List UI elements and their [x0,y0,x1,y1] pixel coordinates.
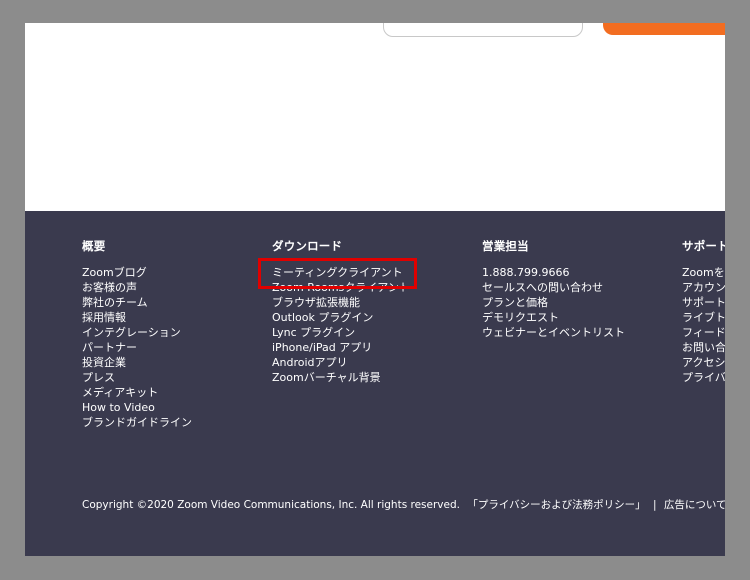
footer-link-meeting-client[interactable]: ミーティングクライアント [272,265,410,280]
footer-link-webinars-events[interactable]: ウェビナーとイベントリスト [482,325,625,340]
footer-link-media-kit[interactable]: メディアキット [82,385,192,400]
footer-column-support: サポート Zoomをテスト アカウント サポートセンター ライブトレーニング フ… [682,238,725,385]
footer-link-list: ミーティングクライアント Zoom Roomsクライアント ブラウザ拡張機能 O… [272,265,410,385]
footer-link-list: Zoomブログ お客様の声 弊社のチーム 採用情報 インテグレーション パートナ… [82,265,192,430]
footer-link-outlook-plugin[interactable]: Outlook プラグイン [272,310,410,325]
separator: | [652,499,657,511]
site-footer: 概要 Zoomブログ お客様の声 弊社のチーム 採用情報 インテグレーション パ… [25,211,725,556]
footer-link-customers[interactable]: お客様の声 [82,280,192,295]
footer-link-zoom-blog[interactable]: Zoomブログ [82,265,192,280]
primary-orange-button[interactable] [603,23,725,35]
footer-link-team[interactable]: 弊社のチーム [82,295,192,310]
footer-link-list: 1.888.799.9666 セールスへの問い合わせ プランと価格 デモリクエス… [482,265,625,340]
footer-column-download: ダウンロード ミーティングクライアント Zoom Roomsクライアント ブラウ… [272,238,410,385]
footer-link-accessibility[interactable]: アクセシビリティ [682,355,725,370]
footer-link-account[interactable]: アカウント [682,280,725,295]
footer-column-heading: ダウンロード [272,239,343,253]
footer-link-privacy[interactable]: プライバシー [682,370,725,385]
footer-link-partners[interactable]: パートナー [82,340,192,355]
footer-link-press[interactable]: プレス [82,370,192,385]
footer-link-live-training[interactable]: ライブトレーニング [682,310,725,325]
footer-link-android-app[interactable]: Androidアプリ [272,355,410,370]
footer-link-request-demo[interactable]: デモリクエスト [482,310,625,325]
footer-link-support-center[interactable]: サポートセンター [682,295,725,310]
footer-column-heading: 営業担当 [482,239,529,253]
advertising-link[interactable]: 広告について [664,499,725,511]
footer-link-contact-us[interactable]: お問い合わせ [682,340,725,355]
footer-column-heading: 概要 [82,239,106,253]
footer-link-phone[interactable]: 1.888.799.9666 [482,265,625,280]
footer-link-brand-guidelines[interactable]: ブランドガイドライン [82,415,192,430]
footer-link-list: Zoomをテスト アカウント サポートセンター ライブトレーニング フィードバッ… [682,265,725,385]
footer-column-about: 概要 Zoomブログ お客様の声 弊社のチーム 採用情報 インテグレーション パ… [82,238,192,430]
footer-bottom-bar: Copyright ©2020 Zoom Video Communication… [82,497,725,512]
copyright-text: Copyright ©2020 Zoom Video Communication… [82,499,460,511]
footer-link-careers[interactable]: 採用情報 [82,310,192,325]
footer-column-sales: 営業担当 1.888.799.9666 セールスへの問い合わせ プランと価格 デ… [482,238,625,340]
footer-link-browser-extension[interactable]: ブラウザ拡張機能 [272,295,410,310]
footer-link-ios-app[interactable]: iPhone/iPad アプリ [272,340,410,355]
footer-link-virtual-backgrounds[interactable]: Zoomバーチャル背景 [272,370,410,385]
footer-link-zoom-rooms-client[interactable]: Zoom Roomsクライアント [272,280,410,295]
footer-link-lync-plugin[interactable]: Lync プラグイン [272,325,410,340]
footer-link-plans-pricing[interactable]: プランと価格 [482,295,625,310]
footer-column-heading: サポート [682,239,725,253]
footer-link-feedback[interactable]: フィードバック [682,325,725,340]
footer-link-investors[interactable]: 投資企業 [82,355,192,370]
footer-link-how-to-video[interactable]: How to Video [82,400,192,415]
footer-link-contact-sales[interactable]: セールスへの問い合わせ [482,280,625,295]
footer-link-test-zoom[interactable]: Zoomをテスト [682,265,725,280]
browser-viewport: 概要 Zoomブログ お客様の声 弊社のチーム 採用情報 インテグレーション パ… [25,23,725,556]
footer-link-integrations[interactable]: インテグレーション [82,325,192,340]
search-input[interactable] [383,23,583,37]
privacy-legal-link[interactable]: 「プライバシーおよび法務ポリシー」 [467,499,645,511]
